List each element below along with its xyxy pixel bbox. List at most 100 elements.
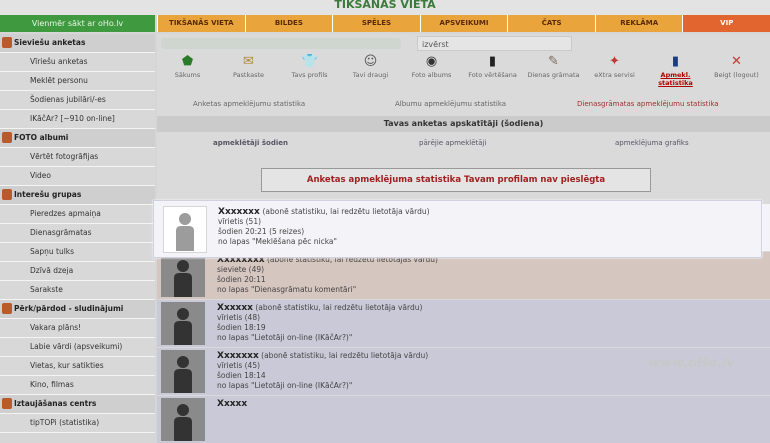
visitor-name[interactable]: Xxxxx	[217, 399, 247, 409]
sidebar-item-label: Labie vārdi (apsveikumi)	[30, 342, 123, 351]
toolbar-label: Dienas grāmata	[527, 71, 580, 79]
avatar	[163, 206, 207, 253]
icon-toolbar: ⬟ Sākums ✉ Pastkaste 👕 Tavs profils ☺ Tavi drau…	[157, 52, 770, 94]
nav-item-2[interactable]: SPĒLES	[332, 15, 420, 32]
nav-item-4[interactable]: ČATS	[507, 15, 595, 32]
sidebar-item-4[interactable]: IKāčAr? [~910 on-line]	[0, 110, 155, 129]
tab-diary-stats[interactable]: Dienasgrāmatas apmeklējumu statistika	[577, 100, 719, 108]
visit-source: no lapas "Lietotāji on-line (IKāčAr?)"	[217, 381, 353, 390]
toolbar-item-5[interactable]: ▮ Foto vērtēšana	[462, 52, 523, 94]
sidebar-item-label: Interešu grupas	[14, 190, 82, 199]
sidebar-item-20[interactable]: tipTOPi (statistika)	[0, 414, 155, 433]
toolbar-label: Beigt (logout)	[714, 71, 759, 79]
section-icon	[2, 398, 12, 409]
toolbar-item-9[interactable]: ✕ Beigt (logout)	[706, 52, 767, 94]
sidebar-item-label: Video	[30, 171, 52, 180]
toolbar-item-3[interactable]: ☺ Tavi draugi	[340, 52, 401, 94]
toolbar-icon: ▮	[488, 54, 497, 69]
toolbar-icon: ⬟	[181, 54, 194, 69]
sidebar-item-12[interactable]: Dzīvā dzeja	[0, 262, 155, 281]
visitor-row[interactable]: Xxxxx	[157, 396, 770, 443]
visitor-name[interactable]: Xxxxxxx	[218, 207, 260, 217]
sidebar-item-3[interactable]: Šodienas jubilāri/-es	[0, 91, 155, 110]
section-icon	[2, 37, 12, 48]
toolbar-item-4[interactable]: ◉ Foto albums	[401, 52, 462, 94]
nav-item-0[interactable]: TIKŠANĀS VIETA	[157, 15, 245, 32]
subscribe-note: (abonē statistiku, lai redzētu lietotāja…	[262, 207, 430, 216]
visit-source: no lapas "Meklēšana pēc nicka"	[218, 237, 337, 246]
sidebar-item-label: Pērk/pārdod - sludinājumi	[14, 304, 124, 313]
site-logo[interactable]: TIKŠANĀS VIETA	[330, 0, 440, 15]
toolbar-icon: ☺	[363, 54, 378, 69]
expand-input[interactable]: izvērst	[417, 36, 572, 51]
home-banner[interactable]: Vienmēr sākt ar oHo.lv	[0, 15, 155, 32]
avatar	[161, 350, 205, 393]
toolbar-item-0[interactable]: ⬟ Sākums	[157, 52, 218, 94]
toolbar-label: Apmekl. statistika	[658, 71, 693, 87]
sidebar-item-2[interactable]: Meklēt personu	[0, 72, 155, 91]
subtab-others[interactable]: pārējie apmeklētāji	[419, 139, 486, 147]
sidebar-item-label: Sieviešu anketas	[14, 38, 86, 47]
visitor-name[interactable]: Xxxxxxx	[217, 351, 259, 361]
sidebar-item-17[interactable]: Vietas, kur satikties	[0, 357, 155, 376]
toolbar-item-7[interactable]: ✦ eXtra servisi	[584, 52, 645, 94]
nav-item-6[interactable]: VIP	[682, 15, 770, 32]
visit-time: šodien 20:11	[217, 275, 266, 284]
sidebar-item-19[interactable]: Iztaujāšanas centrs	[0, 395, 155, 414]
search-row: izvērst	[157, 36, 577, 51]
toolbar-label: Tavi draugi	[352, 71, 389, 79]
visitor-gender: vīrietis (51)	[218, 217, 262, 226]
visit-source: no lapas "Lietotāji on-line (IKāčAr?)"	[217, 333, 353, 342]
sidebar-item-label: tipTOPi (statistika)	[30, 418, 100, 427]
nav-item-5[interactable]: REKLĀMA	[594, 15, 683, 32]
sidebar-item-label: Sarakste	[30, 285, 63, 294]
visitor-gender: vīrietis (48)	[217, 313, 261, 322]
subscribe-note: (abonē statistiku, lai redzētu lietotāja…	[258, 351, 429, 360]
toolbar-item-8[interactable]: ▮ Apmekl. statistika	[645, 52, 706, 94]
visitor-row[interactable]: Xxxxxx (abonē statistiku, lai redzētu li…	[157, 300, 770, 347]
nav-item-1[interactable]: BILDES	[244, 15, 333, 32]
tab-album-stats[interactable]: Albumu apmeklējumu statistika	[395, 100, 506, 108]
visitor-gender: vīrietis (45)	[217, 361, 261, 370]
sidebar-item-18[interactable]: Kino, filmas	[0, 376, 155, 395]
toolbar-icon: ✎	[548, 54, 559, 69]
nav-item-3[interactable]: APSVEIKUMI	[419, 15, 508, 32]
highlighted-visitor[interactable]: Xxxxxxx (abonē statistiku, lai redzētu l…	[153, 200, 762, 258]
subtab-graph[interactable]: apmeklējuma grafiks	[615, 139, 689, 147]
toolbar-item-2[interactable]: 👕 Tavs profils	[279, 52, 340, 94]
sidebar-item-6[interactable]: Vērtēt fotogrāfijas	[0, 148, 155, 167]
visit-source: no lapas "Dienasgrāmatu komentāri"	[217, 285, 357, 294]
sidebar-item-label: Vietas, kur satikties	[30, 361, 104, 370]
tab-profile-stats[interactable]: Anketas apmeklējumu statistika	[193, 100, 305, 108]
toolbar-item-1[interactable]: ✉ Pastkaste	[218, 52, 279, 94]
toolbar-label: Foto vērtēšana	[468, 71, 517, 79]
subscribe-note: (abonē statistiku, lai redzētu lietotāja…	[252, 303, 423, 312]
section-icon	[2, 132, 12, 143]
sidebar-item-16[interactable]: Labie vārdi (apsveikumi)	[0, 338, 155, 357]
sidebar-item-13[interactable]: Sarakste	[0, 281, 155, 300]
sidebar-item-11[interactable]: Sapņu tulks	[0, 243, 155, 262]
sidebar-item-5[interactable]: FOTO albumi	[0, 129, 155, 148]
sidebar-item-10[interactable]: Dienasgrāmatas	[0, 224, 155, 243]
sidebar-item-label: Meklēt personu	[30, 76, 88, 85]
visitor-name[interactable]: Xxxxxx	[217, 303, 253, 313]
sidebar-item-9[interactable]: Pieredzes apmaiņa	[0, 205, 155, 224]
avatar	[161, 302, 205, 345]
sidebar-item-8[interactable]: Interešu grupas	[0, 186, 155, 205]
subtab-today[interactable]: apmeklētāji šodien	[213, 139, 288, 147]
toolbar-label: Pastkaste	[232, 71, 265, 79]
stats-tabs: Anketas apmeklējumu statistika Albumu ap…	[157, 100, 770, 112]
toolbar-icon: ✉	[243, 54, 254, 69]
sidebar-item-7[interactable]: Video	[0, 167, 155, 186]
sidebar-item-label: Vīriešu anketas	[30, 57, 88, 66]
sidebar-item-15[interactable]: Vakara plāns!	[0, 319, 155, 338]
sidebar-item-0[interactable]: Sieviešu anketas	[0, 34, 155, 53]
toolbar-icon: 👕	[301, 54, 318, 69]
sidebar-item-1[interactable]: Vīriešu anketas	[0, 53, 155, 72]
toolbar-item-6[interactable]: ✎ Dienas grāmata	[523, 52, 584, 94]
sidebar-item-label: Pieredzes apmaiņa	[30, 209, 101, 218]
sidebar-item-label: IKāčAr? [~910 on-line]	[30, 114, 115, 123]
visitor-row[interactable]: Xxxxxxxx (abonē statistiku, lai redzētu …	[157, 252, 770, 299]
toolbar-label: eXtra servisi	[594, 71, 635, 79]
sidebar-item-14[interactable]: Pērk/pārdod - sludinājumi	[0, 300, 155, 319]
